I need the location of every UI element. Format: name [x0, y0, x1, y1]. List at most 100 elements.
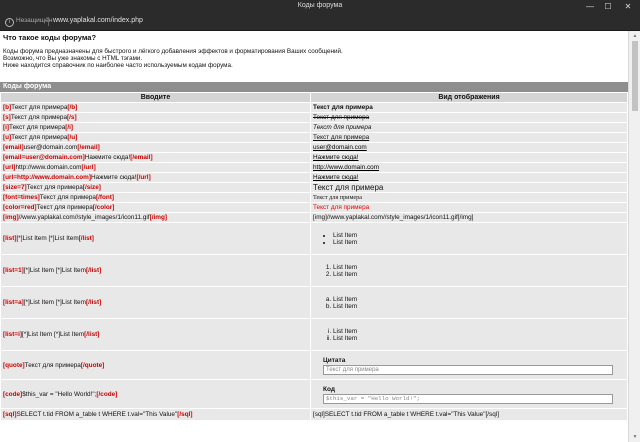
list-item: List Item — [333, 328, 625, 335]
list-item: List Item — [333, 335, 625, 342]
code-close: [/s] — [67, 114, 77, 121]
code-box: $this_var = "Hello World!"; — [323, 394, 613, 404]
code-open: [url] — [3, 164, 16, 171]
table-row: [s]Текст для примера[/s] Текст для приме… — [1, 113, 627, 122]
list-item: List Item — [333, 271, 625, 278]
url-text[interactable]: www.yaplakal.com/index.php — [53, 17, 143, 24]
code-text: Текст для примера — [11, 104, 68, 111]
table-row: [list=a][*]List Item [*]List Item[/list]… — [1, 287, 627, 318]
intro-line-1: Коды форума предназначены для быстрого и… — [3, 48, 343, 55]
code-text: [*]List Item [*]List Item — [16, 235, 79, 242]
scroll-down-arrow-icon[interactable]: ▼ — [631, 433, 639, 441]
code-text: http://www.domain.com — [15, 164, 82, 171]
code-close: [/sql] — [177, 411, 193, 418]
intro-line-3: Ниже находится справочник по наиболее ча… — [3, 62, 233, 69]
code-text: user@domain.com — [23, 144, 78, 151]
table-row: [url]http://www.domain.com[/url] http://… — [1, 163, 627, 172]
code-text: $this_var = "Hello World!"; — [22, 390, 97, 398]
column-header-input: Вводите — [1, 93, 310, 102]
table-row: [quote]Текст для примера[/quote] Цитата Т… — [1, 351, 627, 379]
email-link[interactable]: user@domain.com — [313, 144, 367, 151]
code-open: [url=http://www.domain.com] — [3, 174, 91, 181]
code-close: [/url] — [136, 174, 151, 181]
window-titlebar: Коды форума — ☐ ✕ — [0, 0, 640, 13]
section-header: Коды форума — [0, 82, 628, 92]
rendered-img: [img]//www.yaplakal.com//style_images/1/… — [313, 214, 474, 221]
code-open: [sql] — [3, 411, 17, 418]
info-icon[interactable]: i — [5, 18, 14, 27]
code-text: Текст для примера — [39, 194, 96, 201]
rendered-bullet-list: List ItemList Item — [313, 232, 625, 246]
table-row: [email]user@domain.com[/email] user@doma… — [1, 143, 627, 152]
code-text: Текст для примера — [36, 204, 93, 211]
rendered-bold: Текст для примера — [313, 104, 373, 111]
code-open: [list] — [3, 235, 17, 242]
intro-heading: Что такое коды форума? — [3, 33, 97, 42]
code-text: Текст для примера — [11, 134, 68, 141]
table-row: [font=times]Текст для примера[/font] Тек… — [1, 193, 627, 202]
code-text: Нажмите сюда! — [84, 154, 131, 161]
code-close: [/list] — [78, 235, 94, 242]
minimize-button[interactable]: — — [580, 0, 600, 13]
code-close: [/list] — [84, 331, 100, 338]
code-close: [/font] — [95, 194, 115, 201]
vertical-scrollbar[interactable]: ▲ ▼ — [628, 31, 640, 442]
code-close: [/code] — [96, 390, 118, 398]
rendered-italic: Текст для примера — [313, 124, 372, 131]
code-open: [code] — [3, 390, 23, 398]
code-text: Текст для примера — [10, 114, 68, 121]
scroll-up-arrow-icon[interactable]: ▲ — [631, 32, 639, 40]
code-close: [/url] — [81, 164, 96, 171]
code-open: [img] — [3, 214, 19, 221]
code-close: [/size] — [82, 184, 101, 191]
table-row: [color=red]Текст для примера[/color] Тек… — [1, 203, 627, 212]
address-bar[interactable]: i Незащищён www.yaplakal.com/index.php — [0, 13, 640, 31]
code-text: Нажмите сюда! — [91, 174, 137, 181]
close-button[interactable]: ✕ — [618, 0, 638, 13]
table-row: [list][*]List Item [*]List Item[/list] L… — [1, 223, 627, 254]
code-close: [/list] — [85, 299, 102, 306]
code-text: [*]List Item [*]List Item — [22, 331, 85, 338]
list-item: List Item — [333, 264, 625, 271]
rendered-color: Текст для примера — [313, 204, 370, 211]
code-open: [list=a] — [3, 299, 24, 306]
code-close: [/email] — [130, 154, 153, 161]
rendered-numbered-list: List ItemList Item — [313, 264, 625, 278]
table-row: [i]Текст для примера[/i] Текст для приме… — [1, 123, 627, 132]
rendered-underline: Текст для примера — [313, 134, 370, 141]
list-item: List Item — [333, 232, 625, 239]
list-item: List Item — [333, 296, 625, 303]
intro: Что такое коды форума? Коды форума предн… — [3, 33, 623, 69]
code-text: //www.yaplakal.com//style_images/1/icon1… — [18, 214, 150, 221]
code-open: [u] — [3, 134, 12, 141]
scrollbar-thumb[interactable] — [632, 41, 638, 111]
codes-table: Вводите Вид отображения [b]Текст для при… — [0, 92, 628, 421]
intro-line-2: Возможно, что Вы уже знакомы с HTML тэга… — [3, 55, 143, 62]
email-named-link[interactable]: Нажмите сюда! — [313, 154, 359, 161]
intro-text: Коды форума предназначены для быстрого и… — [3, 48, 623, 69]
table-row: [sql]SELECT t.tid FROM a_table t WHERE t… — [1, 409, 627, 420]
url-named-link[interactable]: Нажмите сюда! — [313, 174, 359, 181]
code-open: [size=7] — [3, 184, 27, 191]
code-open: [list=1] — [3, 267, 24, 274]
rendered-alpha-list: List ItemList Item — [313, 296, 625, 310]
rendered-strike: Текст для примера — [313, 114, 370, 121]
rendered-sql: [sql]SELECT t.tid FROM a_table t WHERE t… — [313, 411, 499, 418]
security-label[interactable]: Незащищён — [16, 17, 52, 24]
code-close: [/u] — [67, 134, 78, 141]
url-link[interactable]: http://www.domain.com — [313, 164, 379, 171]
code-close: [/img] — [149, 214, 167, 221]
column-header-display: Вид отображения — [311, 93, 627, 102]
maximize-button[interactable]: ☐ — [598, 0, 618, 13]
address-divider — [48, 17, 49, 26]
code-open: [b] — [3, 104, 12, 111]
code-text: Текст для примера — [24, 361, 81, 369]
table-row: [list=i][*]List Item [*]List Item[/list]… — [1, 319, 627, 350]
list-item: List Item — [333, 303, 625, 310]
table-row: [email=user@domain.com]Нажмите сюда![/em… — [1, 153, 627, 162]
code-close: [/email] — [77, 144, 100, 151]
table-row: [u]Текст для примера[/u] Текст для приме… — [1, 133, 627, 142]
table-row: [b]Текст для примера[/b] Текст для приме… — [1, 103, 627, 112]
code-text: Текст для примера — [9, 124, 66, 131]
code-open: [quote] — [3, 361, 25, 369]
